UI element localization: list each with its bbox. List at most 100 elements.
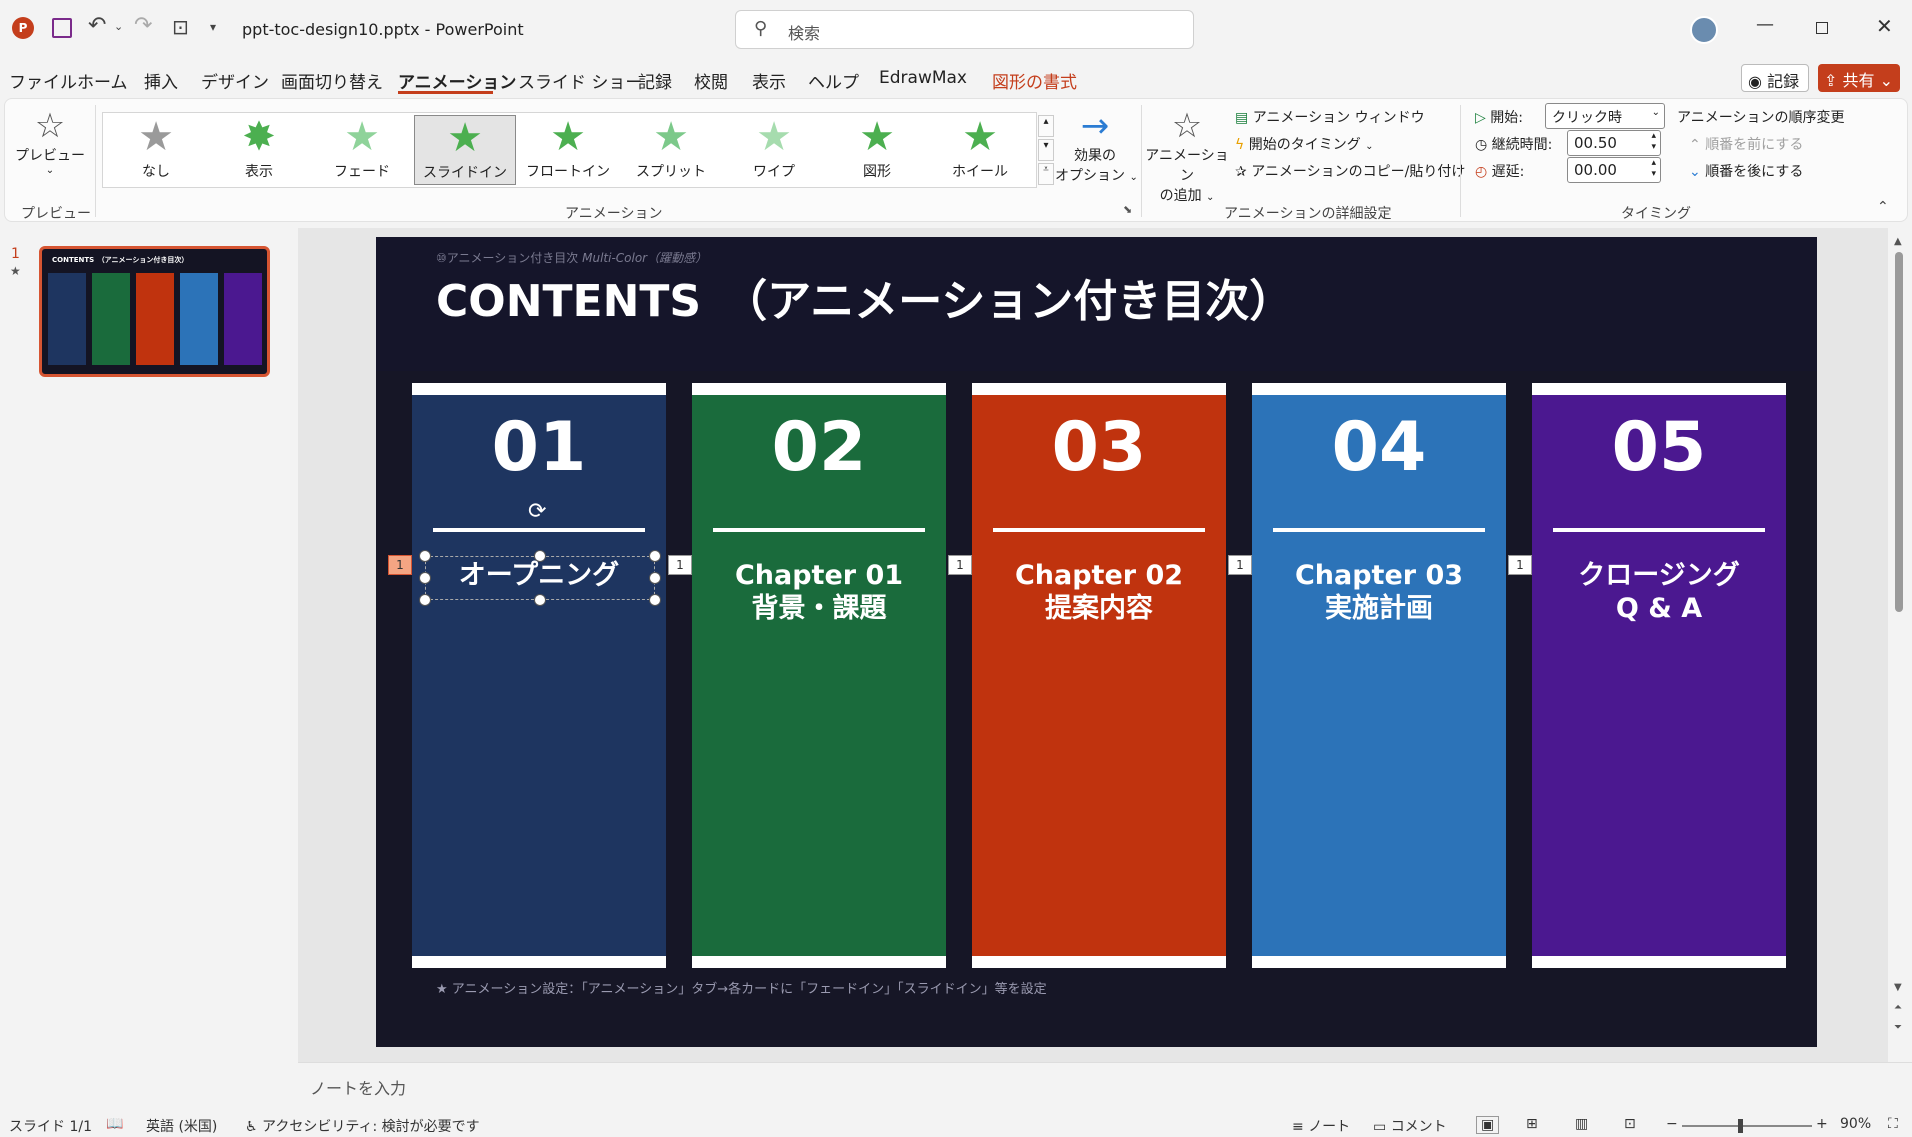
preview-button[interactable]: ☆ プレビュー ⌄ bbox=[15, 107, 85, 187]
tab-file[interactable]: ファイル bbox=[9, 68, 77, 93]
tab-shape-format[interactable]: 図形の書式 bbox=[992, 68, 1077, 93]
minimize-icon[interactable]: — bbox=[1756, 14, 1774, 35]
card-title[interactable]: Chapter 03 実施計画 bbox=[1252, 559, 1506, 625]
tab-edrawmax[interactable]: EdrawMax bbox=[879, 68, 967, 88]
next-slide-icon[interactable]: ⏷ bbox=[1894, 1022, 1902, 1033]
rotate-handle-icon[interactable]: ⟳ bbox=[528, 499, 546, 524]
slideshow-view-icon[interactable]: ⊡ bbox=[1624, 1116, 1636, 1132]
prev-slide-icon[interactable]: ⏶ bbox=[1894, 1002, 1902, 1013]
animation-order-marker[interactable]: 1 bbox=[388, 555, 412, 575]
undo-icon[interactable]: ↶ bbox=[88, 13, 106, 38]
gallery-item-shape[interactable]: ★ 図形 bbox=[826, 115, 928, 185]
share-button[interactable]: ⇪ 共有 ⌄ bbox=[1818, 64, 1900, 92]
zoom-slider[interactable] bbox=[1682, 1119, 1812, 1133]
undo-dropdown-icon[interactable]: ⌄ bbox=[114, 20, 123, 33]
gallery-more[interactable]: ⩡ bbox=[1038, 163, 1054, 185]
tab-design[interactable]: デザイン bbox=[201, 68, 269, 93]
accessibility-status[interactable]: ♿ アクセシビリティ: 検討が必要です bbox=[245, 1116, 480, 1136]
tab-slideshow[interactable]: スライド ショー bbox=[518, 68, 642, 93]
tab-transitions[interactable]: 画面切り替え bbox=[281, 68, 383, 93]
slide-thumbnail[interactable]: CONTENTS （アニメーション付き目次） bbox=[39, 246, 270, 377]
notes-pane[interactable]: ノートを入力 bbox=[298, 1062, 1912, 1108]
toc-card-01[interactable]: 01 オープニング bbox=[412, 383, 666, 968]
resize-handle[interactable] bbox=[419, 594, 431, 606]
slide-title[interactable]: CONTENTS （アニメーション付き目次） bbox=[436, 265, 1293, 329]
search-box[interactable]: ⚲ 検索 bbox=[735, 10, 1194, 49]
vertical-scrollbar[interactable]: ▲ ▼ ⏶ ⏷ bbox=[1894, 236, 1904, 1056]
gallery-scroll-up[interactable]: ▴ bbox=[1038, 115, 1054, 137]
gallery-item-split[interactable]: ★ スプリット bbox=[620, 115, 722, 185]
dialog-launcher-icon[interactable]: ⬊ bbox=[1123, 203, 1132, 216]
save-icon[interactable] bbox=[52, 18, 72, 38]
animation-order-marker[interactable]: 1 bbox=[1228, 555, 1252, 575]
scroll-thumb[interactable] bbox=[1895, 252, 1903, 612]
normal-view-icon[interactable]: ▣ bbox=[1476, 1116, 1500, 1134]
tab-help[interactable]: ヘルプ bbox=[808, 68, 859, 93]
card-title[interactable]: クロージング Q & A bbox=[1532, 559, 1786, 625]
gallery-item-floatin[interactable]: ★ フロートイン bbox=[517, 115, 619, 185]
language-indicator[interactable]: 英語 (米国) bbox=[146, 1116, 217, 1136]
comments-toggle[interactable]: ▭ コメント bbox=[1373, 1116, 1447, 1136]
add-animation-button[interactable]: ☆ アニメーション の追加 ⌄ bbox=[1145, 107, 1229, 205]
resize-handle[interactable] bbox=[649, 550, 661, 562]
close-icon[interactable]: ✕ bbox=[1876, 14, 1893, 38]
gallery-item-wheel[interactable]: ★ ホイール bbox=[929, 115, 1031, 185]
tab-home[interactable]: ホーム bbox=[77, 68, 128, 93]
card-title[interactable]: Chapter 02 提案内容 bbox=[972, 559, 1226, 625]
delay-input[interactable]: 00.00 ▴ ▾ bbox=[1567, 157, 1661, 183]
gallery-item-appear[interactable]: ✸ 表示 bbox=[208, 115, 310, 185]
tab-record[interactable]: 記録 bbox=[638, 68, 672, 93]
fit-to-window-icon[interactable]: ⛶ bbox=[1888, 1116, 1898, 1132]
trigger-button[interactable]: ϟ 開始のタイミング ⌄ bbox=[1235, 134, 1374, 154]
move-later-button[interactable]: ⌄ 順番を後にする bbox=[1689, 161, 1803, 181]
resize-handle[interactable] bbox=[649, 594, 661, 606]
restore-icon[interactable] bbox=[1816, 22, 1828, 34]
slide[interactable]: ⑩アニメーション付き目次 Multi-Color（躍動感） CONTENTS （… bbox=[376, 237, 1817, 1047]
gallery-item-none[interactable]: ★ なし bbox=[105, 115, 207, 185]
gallery-item-wipe[interactable]: ★ ワイプ bbox=[723, 115, 825, 185]
duration-input[interactable]: 00.50 ▴ ▾ bbox=[1567, 130, 1661, 156]
resize-handle[interactable] bbox=[649, 572, 661, 584]
animation-order-marker[interactable]: 1 bbox=[1508, 555, 1532, 575]
resize-handle[interactable] bbox=[534, 594, 546, 606]
avatar[interactable] bbox=[1690, 16, 1718, 44]
zoom-in-icon[interactable]: + bbox=[1816, 1116, 1828, 1132]
animation-order-marker[interactable]: 1 bbox=[668, 555, 692, 575]
gallery-item-slidein[interactable]: ★ スライドイン bbox=[414, 115, 516, 185]
effect-options-button[interactable]: → 効果の オプション ⌄ bbox=[1055, 107, 1138, 185]
resize-handle[interactable] bbox=[419, 550, 431, 562]
tab-review[interactable]: 校閲 bbox=[694, 68, 728, 93]
animation-painter-button[interactable]: ✰ アニメーションのコピー/貼り付け bbox=[1235, 161, 1465, 181]
notes-toggle[interactable]: ≡ ノート bbox=[1292, 1116, 1350, 1136]
spellcheck-icon[interactable]: 📖 bbox=[106, 1116, 123, 1132]
slide-sorter-icon[interactable]: ⊞ bbox=[1526, 1116, 1538, 1132]
resize-handle[interactable] bbox=[534, 550, 546, 562]
start-select[interactable]: クリック時 ⌄ bbox=[1545, 103, 1665, 129]
reading-view-icon[interactable]: ▥ bbox=[1575, 1116, 1588, 1132]
resize-handle[interactable] bbox=[419, 572, 431, 584]
zoom-level[interactable]: 90% bbox=[1840, 1116, 1871, 1132]
collapse-ribbon-icon[interactable]: ⌃ bbox=[1877, 199, 1889, 215]
animation-pane-button[interactable]: ▤ アニメーション ウィンドウ bbox=[1235, 107, 1425, 127]
toc-card-05[interactable]: 05 クロージング Q & A bbox=[1532, 383, 1786, 968]
scroll-down-icon[interactable]: ▼ bbox=[1894, 982, 1902, 993]
tab-animations[interactable]: アニメーション bbox=[398, 68, 516, 93]
toc-card-04[interactable]: 04 Chapter 03 実施計画 bbox=[1252, 383, 1506, 968]
present-icon[interactable]: ⊡ bbox=[172, 15, 189, 39]
scroll-up-icon[interactable]: ▲ bbox=[1894, 236, 1902, 247]
redo-icon[interactable]: ↷ bbox=[134, 13, 152, 38]
tab-view[interactable]: 表示 bbox=[752, 68, 786, 93]
record-button[interactable]: ◉ 記録 bbox=[1741, 64, 1809, 92]
card-title[interactable]: Chapter 01 背景・課題 bbox=[692, 559, 946, 625]
gallery-scroll-down[interactable]: ▾ bbox=[1038, 139, 1054, 161]
card-number: 05 bbox=[1611, 408, 1707, 487]
toc-card-02[interactable]: 02 Chapter 01 背景・課題 bbox=[692, 383, 946, 968]
move-earlier-button[interactable]: ⌃ 順番を前にする bbox=[1689, 134, 1803, 154]
gallery-item-fade[interactable]: ★ フェード bbox=[311, 115, 413, 185]
zoom-out-icon[interactable]: − bbox=[1666, 1116, 1678, 1132]
zoom-slider-thumb[interactable] bbox=[1738, 1119, 1743, 1133]
tab-insert[interactable]: 挿入 bbox=[144, 68, 178, 93]
customize-qat-icon[interactable]: ▾ bbox=[210, 20, 216, 34]
animation-order-marker[interactable]: 1 bbox=[948, 555, 972, 575]
toc-card-03[interactable]: 03 Chapter 02 提案内容 bbox=[972, 383, 1226, 968]
